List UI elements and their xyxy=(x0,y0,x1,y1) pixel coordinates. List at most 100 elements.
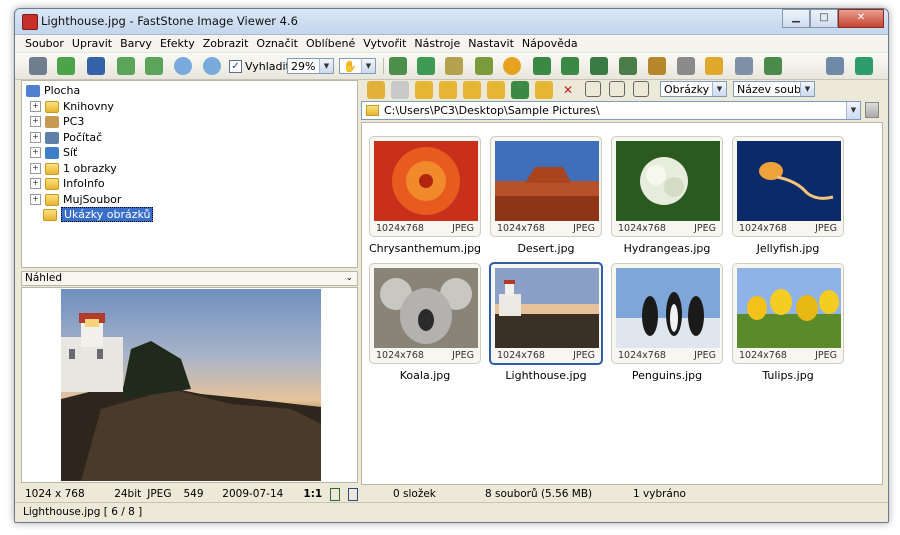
tree-item-ukazky-obrazku[interactable]: Ukázky obrázků xyxy=(43,207,154,222)
tree-item-infoinfo[interactable]: + InfoInfo xyxy=(30,176,105,191)
menu-barvy[interactable]: Barvy xyxy=(116,37,156,50)
sort-combo[interactable]: Název soubor ▼ xyxy=(733,81,815,97)
menu-upravit[interactable]: Upravit xyxy=(68,37,116,50)
menu-vytvorit[interactable]: Vytvořit xyxy=(359,37,410,50)
trash-icon[interactable] xyxy=(865,102,879,118)
zoom-out-icon[interactable] xyxy=(203,57,221,75)
expand-icon[interactable]: + xyxy=(30,194,41,205)
menu-oblibene[interactable]: Oblíbené xyxy=(302,37,359,50)
resize-icon[interactable] xyxy=(648,57,666,75)
chevron-down-icon[interactable]: ▼ xyxy=(846,102,860,119)
tree-item-sit[interactable]: + Síť xyxy=(30,145,77,160)
tree-item-pocitac[interactable]: + Počítač xyxy=(30,130,102,145)
slideshow-icon[interactable] xyxy=(389,57,407,75)
back-icon[interactable] xyxy=(367,81,385,99)
expand-icon[interactable]: + xyxy=(30,163,41,174)
grid-view-icon[interactable] xyxy=(609,81,625,97)
title-bar[interactable]: Lighthouse.jpg - FastStone Image Viewer … xyxy=(15,9,888,35)
hand-tool-combo[interactable]: ✋ ▼ xyxy=(339,58,376,74)
fit-icon[interactable] xyxy=(330,488,341,501)
thumbnail-card[interactable]: 1024x768 JPEG xyxy=(369,136,481,237)
draw-icon[interactable] xyxy=(677,57,695,75)
rotate-left-icon[interactable] xyxy=(533,57,551,75)
crop-icon[interactable] xyxy=(619,57,637,75)
thumbnail-filename[interactable]: Koala.jpg xyxy=(360,369,490,382)
minimize-button[interactable]: ▁ xyxy=(782,9,810,28)
actual-size-button[interactable]: 1:1 xyxy=(303,486,322,502)
thumbnail-card[interactable]: 1024x768 JPEG xyxy=(732,263,844,364)
thumbnail-filename[interactable]: Lighthouse.jpg xyxy=(481,369,611,382)
collapse-icon[interactable]: ⌄ xyxy=(345,272,353,285)
fullscreen-preview-icon[interactable] xyxy=(348,488,358,501)
favorites-folder-icon[interactable] xyxy=(535,81,553,99)
image-format: JPEG xyxy=(147,488,172,500)
menu-oznacit[interactable]: Označit xyxy=(252,37,302,50)
flip-icon[interactable] xyxy=(590,57,608,75)
tree-item-plocha[interactable]: Plocha xyxy=(26,83,80,98)
thumbnail-card[interactable]: 1024x768 JPEG xyxy=(611,136,723,237)
smooth-checkbox[interactable]: ✓ xyxy=(229,60,242,73)
tree-item-pc3[interactable]: + PC3 xyxy=(30,114,84,129)
zoom-combo[interactable]: 29% ▼ xyxy=(287,58,334,74)
previous-icon[interactable] xyxy=(117,57,135,75)
computer-icon xyxy=(45,131,59,144)
camera-icon[interactable] xyxy=(29,57,47,75)
thumbnail-card-selected[interactable]: 1024x768 JPEG xyxy=(489,262,603,365)
thumbnail-filename[interactable]: Jellyfish.jpg xyxy=(723,242,853,255)
maximize-button[interactable]: □ xyxy=(810,9,838,28)
tree-item-mujsoubor[interactable]: + MujSoubor xyxy=(30,192,121,207)
thumbnail-filename[interactable]: Hydrangeas.jpg xyxy=(602,242,732,255)
close-button[interactable]: ✕ xyxy=(838,9,884,28)
expand-icon[interactable]: + xyxy=(30,132,41,143)
address-bar[interactable]: C:\Users\PC3\Desktop\Sample Pictures\ ▼ xyxy=(361,101,861,120)
stamp-icon[interactable] xyxy=(475,57,493,75)
filter-combo[interactable]: Obrázky ▼ xyxy=(660,81,727,97)
next-icon[interactable] xyxy=(145,57,163,75)
thumbnail-card[interactable]: 1024x768 JPEG xyxy=(732,136,844,237)
thumbnail-filename[interactable]: Chrysanthemum.jpg xyxy=(360,242,490,255)
thumbnail-card[interactable]: 1024x768 JPEG xyxy=(369,263,481,364)
print-icon[interactable] xyxy=(735,57,753,75)
move-to-folder-icon[interactable] xyxy=(487,81,505,99)
expand-icon[interactable]: + xyxy=(30,178,41,189)
open-folder-icon[interactable] xyxy=(57,57,75,75)
refresh-icon[interactable] xyxy=(511,81,529,99)
rotate-right-icon[interactable] xyxy=(561,57,579,75)
thumbnail-filename[interactable]: Tulips.jpg xyxy=(723,369,853,382)
zoom-in-icon[interactable] xyxy=(174,57,192,75)
copy-to-folder-icon[interactable] xyxy=(463,81,481,99)
thumbnails-view-icon[interactable] xyxy=(585,81,601,97)
details-view-icon[interactable] xyxy=(633,81,649,97)
layout-browser-icon[interactable] xyxy=(826,57,844,75)
preview-info-bar: 1024 x 768 (0.79 MP) 24bit JPEG 549 KB 2… xyxy=(21,486,358,516)
brightness-icon[interactable] xyxy=(503,57,521,75)
menu-efekty[interactable]: Efekty xyxy=(156,37,199,50)
menu-nastavit[interactable]: Nastavit xyxy=(464,37,518,50)
wallpaper-icon[interactable] xyxy=(764,57,782,75)
thumbnail-filename[interactable]: Penguins.jpg xyxy=(602,369,732,382)
thumbnail-card[interactable]: 1024x768 JPEG xyxy=(490,136,602,237)
menu-napoveda[interactable]: Nápověda xyxy=(518,37,582,50)
save-icon[interactable] xyxy=(87,57,105,75)
menu-zobrazit[interactable]: Zobrazit xyxy=(199,37,253,50)
full-screen-icon[interactable] xyxy=(417,57,435,75)
tree-item-knihovny[interactable]: + Knihovny xyxy=(30,99,114,114)
forward-icon[interactable] xyxy=(391,81,409,99)
menu-nastroje[interactable]: Nástroje xyxy=(410,37,464,50)
thumbnail-filename[interactable]: Desert.jpg xyxy=(481,242,611,255)
layout-fullscreen-icon[interactable] xyxy=(855,57,873,75)
folder-tree[interactable]: Plocha + Knihovny + PC3 + Počítač + Síť xyxy=(21,80,358,268)
expand-icon[interactable]: + xyxy=(30,101,41,112)
menu-bar: Soubor Upravit Barvy Efekty Zobrazit Ozn… xyxy=(15,35,888,52)
expand-icon[interactable]: + xyxy=(30,147,41,158)
email-icon[interactable] xyxy=(705,57,723,75)
delete-icon[interactable]: ✕ xyxy=(559,81,577,99)
new-folder-icon[interactable] xyxy=(439,81,457,99)
menu-soubor[interactable]: Soubor xyxy=(21,37,68,50)
tree-item-1-obrazky[interactable]: + 1 obrazky xyxy=(30,161,117,176)
expand-icon[interactable]: + xyxy=(30,116,41,127)
compare-icon[interactable] xyxy=(445,57,463,75)
browser-status: 0 složek 8 souborů (5.56 MB) 1 vybráno xyxy=(361,486,883,502)
folder-up-icon[interactable] xyxy=(415,81,433,99)
thumbnail-card[interactable]: 1024x768 JPEG xyxy=(611,263,723,364)
